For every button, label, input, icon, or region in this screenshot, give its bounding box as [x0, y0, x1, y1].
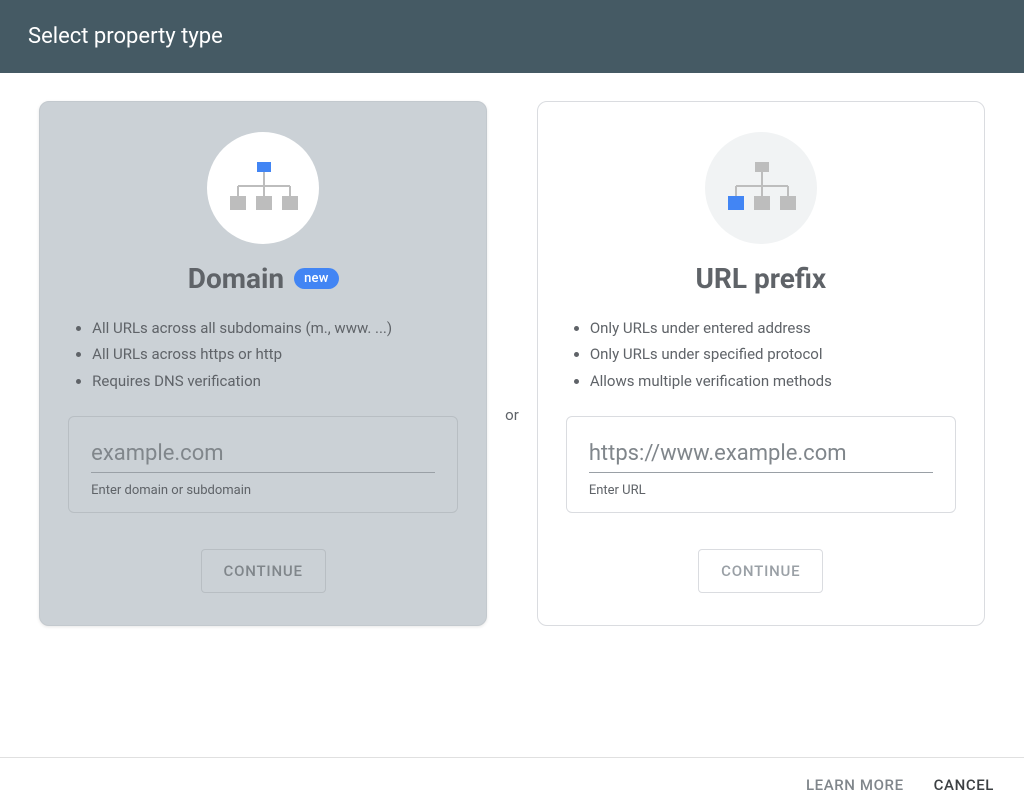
urlprefix-feature-list: Only URLs under entered address Only URL…: [566, 315, 956, 394]
urlprefix-continue-button[interactable]: CONTINUE: [698, 549, 823, 593]
or-divider: or: [487, 115, 537, 715]
domain-feature-list: All URLs across all subdomains (m., www.…: [68, 315, 458, 394]
dialog-content: Domain new All URLs across all subdomain…: [0, 73, 1024, 757]
cancel-button[interactable]: CANCEL: [934, 776, 994, 794]
list-item: All URLs across all subdomains (m., www.…: [92, 315, 458, 341]
list-item: Only URLs under entered address: [590, 315, 956, 341]
domain-title: Domain: [188, 262, 284, 295]
domain-continue-button[interactable]: CONTINUE: [201, 549, 326, 593]
urlprefix-input-container: Enter URL: [566, 416, 956, 513]
learn-more-button[interactable]: LEARN MORE: [806, 776, 904, 794]
dialog-header: Select property type: [0, 0, 1024, 73]
urlprefix-title-row: URL prefix: [695, 262, 826, 295]
domain-input-helper: Enter domain or subdomain: [91, 483, 435, 498]
domain-input-container: Enter domain or subdomain: [68, 416, 458, 513]
urlprefix-input[interactable]: [589, 437, 933, 473]
urlprefix-icon-circle: [705, 132, 817, 244]
domain-input[interactable]: [91, 437, 435, 473]
urlprefix-card[interactable]: URL prefix Only URLs under entered addre…: [537, 101, 985, 626]
domain-card[interactable]: Domain new All URLs across all subdomain…: [39, 101, 487, 626]
list-item: All URLs across https or http: [92, 341, 458, 367]
list-item: Allows multiple verification methods: [590, 368, 956, 394]
new-badge: new: [294, 268, 338, 289]
list-item: Requires DNS verification: [92, 368, 458, 394]
list-item: Only URLs under specified protocol: [590, 341, 956, 367]
dialog-footer: LEARN MORE CANCEL: [0, 757, 1024, 812]
urlprefix-input-helper: Enter URL: [589, 483, 933, 498]
sitemap-icon: [725, 160, 797, 216]
sitemap-icon: [227, 160, 299, 216]
domain-icon-circle: [207, 132, 319, 244]
urlprefix-title: URL prefix: [695, 262, 826, 295]
dialog-title: Select property type: [28, 24, 223, 49]
domain-title-row: Domain new: [188, 262, 339, 295]
